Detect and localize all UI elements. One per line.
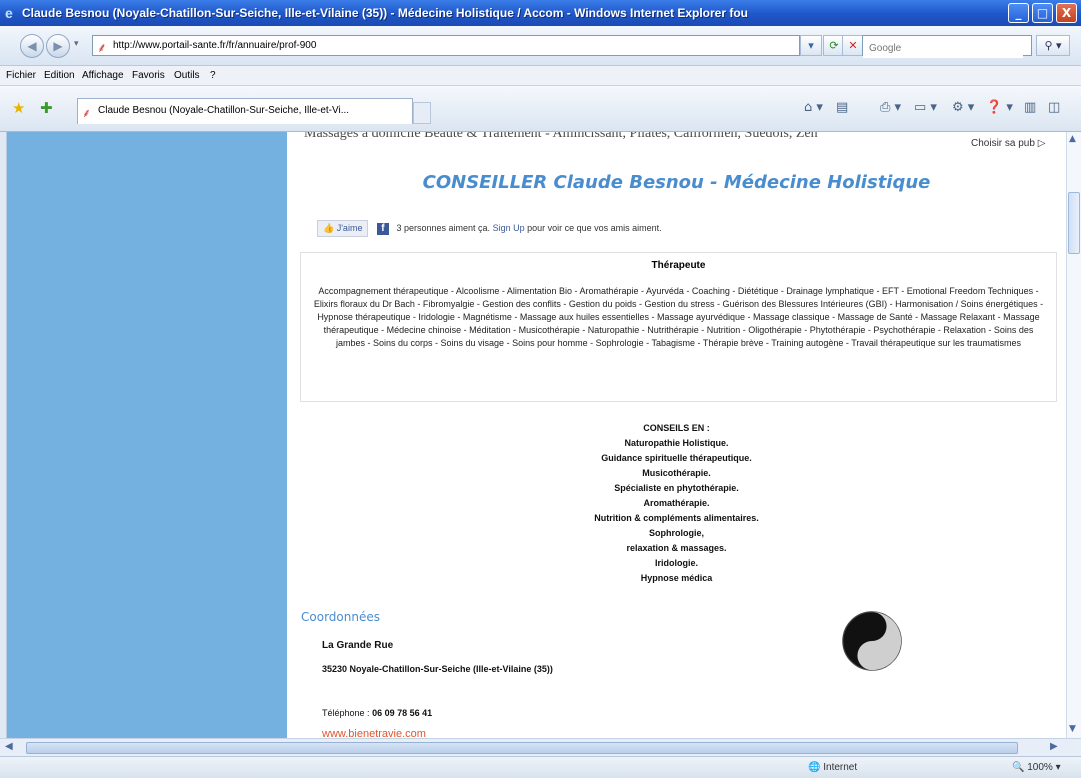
tab-label: Claude Besnou (Noyale-Chatillon-Sur-Seic… bbox=[98, 105, 350, 116]
menu-affichage[interactable]: Affichage bbox=[82, 70, 124, 81]
url-field[interactable]: ⸙ bbox=[92, 35, 800, 56]
search-icon: ⚲ ▾ bbox=[1044, 39, 1062, 52]
horizontal-scroll-thumb[interactable] bbox=[26, 742, 1018, 754]
site-favicon-icon: ⸙ bbox=[97, 41, 107, 56]
facebook-signup-link[interactable]: Sign Up bbox=[493, 223, 525, 233]
forward-button[interactable]: ▶ bbox=[46, 34, 70, 58]
like-count: 3 personnes aiment ça. bbox=[396, 223, 491, 233]
search-button[interactable]: ⚲ ▾ bbox=[1036, 35, 1070, 56]
ad-links[interactable]: Massages à domicile Beauté & Traitement … bbox=[304, 132, 818, 142]
scroll-up-icon[interactable]: ▲ bbox=[1069, 134, 1076, 144]
close-button[interactable]: X bbox=[1056, 3, 1077, 23]
window-title: Claude Besnou (Noyale-Chatillon-Sur-Seic… bbox=[22, 6, 748, 20]
help-icon[interactable]: ❓ ▾ bbox=[986, 100, 1013, 115]
add-favorites-icon[interactable]: ✚ bbox=[40, 99, 53, 117]
url-input[interactable] bbox=[113, 37, 713, 54]
search-input[interactable] bbox=[863, 39, 1023, 58]
conseils-line: Aromathérapie. bbox=[643, 498, 710, 508]
maximize-button[interactable]: □ bbox=[1032, 3, 1053, 23]
facebook-like-bar: 👍 J'aime f 3 personnes aiment ça. Sign U… bbox=[317, 220, 662, 237]
therapeute-heading: Thérapeute bbox=[651, 260, 706, 271]
facebook-like-button[interactable]: 👍 J'aime bbox=[317, 220, 369, 237]
phone-number: 06 09 78 56 41 bbox=[372, 708, 433, 718]
menu-favoris[interactable]: Favoris bbox=[132, 70, 165, 81]
home-icon[interactable]: ⌂ ▾ bbox=[804, 100, 823, 115]
like-suffix: pour voir ce que vos amis aiment. bbox=[527, 223, 662, 233]
therapeute-box: Thérapeute Accompagnement thérapeutique … bbox=[300, 252, 1057, 402]
page-viewport: Massages à domicile Beauté & Traitement … bbox=[0, 132, 1066, 738]
menu-fichier[interactable]: Fichier bbox=[6, 70, 36, 81]
conseils-line: Nutrition & compléments alimentaires. bbox=[594, 513, 759, 523]
coordonnees-heading: Coordonnées bbox=[301, 610, 380, 624]
tab-favicon-icon: ⸙ bbox=[82, 106, 92, 120]
zone-label: Internet bbox=[823, 762, 858, 773]
page-title: CONSEILLER Claude Besnou - Médecine Holi… bbox=[422, 172, 931, 193]
conseils-section: CONSEILS EN : Naturopathie Holistique. G… bbox=[287, 421, 1066, 586]
ad-banner: Massages à domicile Beauté & Traitement … bbox=[287, 132, 1066, 154]
menu-edition[interactable]: Edition bbox=[44, 70, 75, 81]
horizontal-scrollbar[interactable]: ◀ ▶ bbox=[0, 738, 1081, 756]
menu-help[interactable]: ? bbox=[210, 70, 216, 81]
conseils-line: relaxation & massages. bbox=[626, 543, 727, 553]
page-menu-icon[interactable]: ▭ ▾ bbox=[914, 100, 937, 115]
website-link[interactable]: www.bienetravie.com bbox=[322, 728, 426, 738]
zoom-level: 100% bbox=[1027, 762, 1053, 773]
phone-label: Téléphone : bbox=[322, 708, 370, 718]
yin-yang-icon bbox=[842, 611, 902, 671]
messenger-icon[interactable]: ◫ bbox=[1048, 100, 1060, 115]
conseils-line: Iridologie. bbox=[654, 558, 698, 568]
therapeute-specialties: Accompagnement thérapeutique - Alcoolism… bbox=[313, 286, 1044, 348]
minimize-button[interactable]: _ bbox=[1008, 3, 1029, 23]
scroll-right-icon[interactable]: ▶ bbox=[1050, 741, 1058, 752]
history-dropdown-icon[interactable]: ▾ bbox=[74, 39, 79, 49]
conseils-line: Hypnose médica bbox=[640, 573, 713, 583]
conseils-line: Musicothérapie. bbox=[642, 468, 711, 478]
address-city: 35230 Noyale-Chatillon-Sur-Seiche (Ille-… bbox=[322, 664, 553, 674]
back-arrow-icon: ◀ bbox=[27, 39, 37, 53]
tab-active[interactable]: ⸙ Claude Besnou (Noyale-Chatillon-Sur-Se… bbox=[77, 98, 413, 124]
address-street: La Grande Rue bbox=[322, 640, 394, 651]
forward-arrow-icon: ▶ bbox=[53, 39, 63, 53]
status-bar: 🌐 Internet 🔍 100% ▾ bbox=[0, 756, 1081, 778]
back-button[interactable]: ◀ bbox=[20, 34, 44, 58]
scroll-left-icon[interactable]: ◀ bbox=[5, 741, 13, 752]
url-dropdown-button[interactable]: ▾ bbox=[800, 35, 822, 56]
left-sidebar bbox=[7, 132, 287, 738]
conseils-line: Sophrologie, bbox=[649, 528, 704, 538]
window-titlebar: e Claude Besnou (Noyale-Chatillon-Sur-Se… bbox=[0, 0, 1081, 26]
conseils-line: CONSEILS EN : bbox=[643, 423, 710, 433]
research-icon[interactable]: ▥ bbox=[1024, 100, 1036, 115]
tab-bar: ★ ✚ ⸙ Claude Besnou (Noyale-Chatillon-Su… bbox=[0, 86, 1081, 132]
favorites-star-icon[interactable]: ★ bbox=[12, 99, 25, 117]
security-zone: 🌐 Internet bbox=[808, 762, 858, 773]
stop-icon: ✕ bbox=[848, 39, 858, 52]
menu-bar: Fichier Edition Affichage Favoris Outils… bbox=[0, 66, 1081, 86]
phone-line: Téléphone : 06 09 78 56 41 bbox=[322, 708, 432, 718]
conseils-line: Guidance spirituelle thérapeutique. bbox=[601, 453, 752, 463]
vertical-scrollbar[interactable]: ▲ ▼ bbox=[1066, 132, 1081, 738]
tools-menu-icon[interactable]: ⚙ ▾ bbox=[952, 100, 974, 115]
ie-logo-icon: e bbox=[5, 5, 13, 21]
left-frame-border bbox=[0, 132, 7, 738]
print-icon[interactable]: ⎙ ▾ bbox=[880, 100, 901, 115]
new-tab-button[interactable] bbox=[413, 102, 431, 124]
conseils-line: Spécialiste en phytothérapie. bbox=[614, 483, 739, 493]
zoom-control[interactable]: 🔍 100% ▾ bbox=[1012, 762, 1061, 773]
like-label: J'aime bbox=[336, 223, 363, 233]
facebook-icon: f bbox=[376, 222, 389, 235]
refresh-icon: ⟳ bbox=[829, 39, 839, 52]
vertical-scroll-thumb[interactable] bbox=[1068, 192, 1080, 254]
search-field[interactable] bbox=[862, 35, 1032, 58]
ad-choices-link[interactable]: Choisir sa pub ▷ bbox=[969, 138, 1048, 149]
feeds-icon[interactable]: ▤ bbox=[836, 100, 848, 115]
main-content: Massages à domicile Beauté & Traitement … bbox=[287, 132, 1066, 738]
stop-button[interactable]: ✕ bbox=[842, 35, 864, 56]
scroll-down-icon[interactable]: ▼ bbox=[1069, 724, 1076, 734]
conseils-line: Naturopathie Holistique. bbox=[624, 438, 729, 448]
menu-outils[interactable]: Outils bbox=[174, 70, 200, 81]
address-bar: ◀ ▶ ▾ ⸙ ▾ ⟳ ✕ ⚲ ▾ bbox=[0, 26, 1081, 66]
